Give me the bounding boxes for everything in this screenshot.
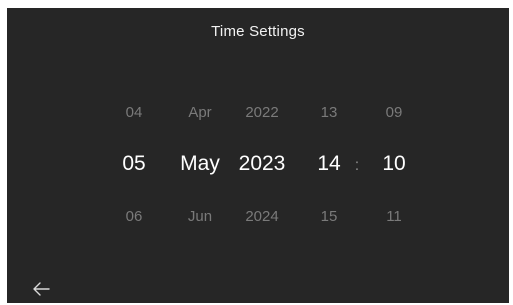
minute-selected-value[interactable]: 10 xyxy=(368,152,420,176)
year-wheel[interactable]: 2022 2023 2024 xyxy=(231,100,293,230)
day-next-option[interactable]: 06 xyxy=(104,208,164,225)
year-prev-option[interactable]: 2022 xyxy=(231,104,293,121)
day-prev-option[interactable]: 04 xyxy=(104,104,164,121)
month-prev-option[interactable]: Apr xyxy=(170,104,230,121)
page-title: Time Settings xyxy=(211,23,305,40)
minute-next-option[interactable]: 11 xyxy=(368,208,420,225)
month-next-option[interactable]: Jun xyxy=(170,208,230,225)
back-button[interactable] xyxy=(30,278,52,300)
day-selected-value[interactable]: 05 xyxy=(104,152,164,176)
month-selected-value[interactable]: May xyxy=(170,152,230,176)
minute-prev-option[interactable]: 09 xyxy=(368,104,420,121)
year-next-option[interactable]: 2024 xyxy=(231,208,293,225)
hour-next-option[interactable]: 15 xyxy=(303,208,355,225)
minute-wheel[interactable]: 09 10 11 xyxy=(368,100,420,230)
time-settings-screen: Time Settings 04 05 06 Apr May Jun 2022 … xyxy=(7,8,509,303)
day-wheel[interactable]: 04 05 06 xyxy=(104,100,164,230)
arrow-left-icon xyxy=(33,282,50,296)
hour-selected-value[interactable]: 14 xyxy=(303,152,355,176)
hour-prev-option[interactable]: 13 xyxy=(303,104,355,121)
year-selected-value[interactable]: 2023 xyxy=(231,152,293,176)
hour-wheel[interactable]: 13 14 15 xyxy=(303,100,355,230)
time-separator: : xyxy=(354,157,360,174)
month-wheel[interactable]: Apr May Jun xyxy=(170,100,230,230)
